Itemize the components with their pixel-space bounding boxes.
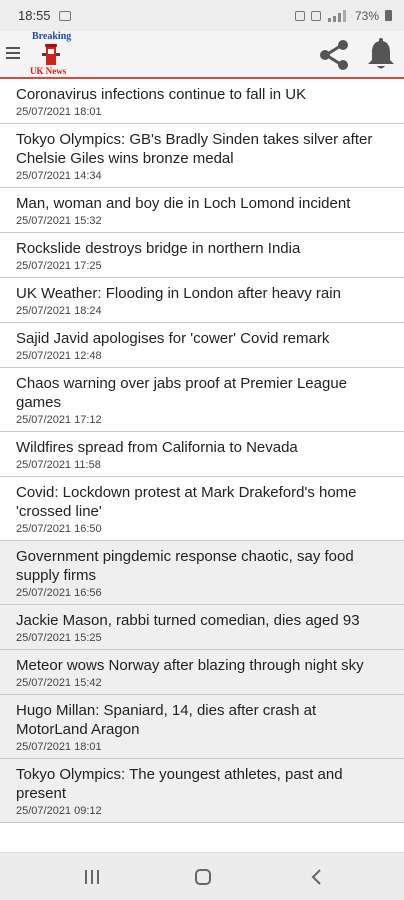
news-title: Sajid Javid apologises for 'cower' Covid…: [16, 330, 330, 347]
recent-apps-icon[interactable]: [77, 865, 107, 889]
news-item[interactable]: UK Weather: Flooding in London after hea…: [0, 278, 404, 323]
news-item[interactable]: Covid: Lockdown protest at Mark Drakefor…: [0, 477, 404, 541]
news-date: 25/07/2021 18:01: [16, 106, 102, 118]
data-saver-icon: [310, 10, 321, 21]
news-title: Jackie Mason, rabbi turned comedian, die…: [16, 612, 360, 629]
battery-icon: [385, 10, 392, 21]
news-date: 25/07/2021 14:34: [16, 170, 102, 182]
logo-text-top: Breaking: [32, 31, 72, 42]
news-title: Government pingdemic response chaotic, s…: [16, 548, 354, 584]
news-title: Tokyo Olympics: The youngest athletes, p…: [16, 766, 343, 802]
news-title: Tokyo Olympics: GB's Bradly Sinden takes…: [16, 131, 373, 167]
news-item[interactable]: Hugo Millan: Spaniard, 14, dies after cr…: [0, 695, 404, 759]
news-date: 25/07/2021 15:42: [16, 677, 102, 689]
app-logo: Breaking UK News: [28, 31, 78, 77]
home-icon[interactable]: [188, 865, 218, 889]
news-date: 25/07/2021 18:24: [16, 305, 102, 317]
news-title: Covid: Lockdown protest at Mark Drakefor…: [16, 484, 357, 520]
news-item[interactable]: Wildfires spread from California to Neva…: [0, 432, 404, 477]
news-title: Coronavirus infections continue to fall …: [16, 86, 307, 103]
news-item[interactable]: Sajid Javid apologises for 'cower' Covid…: [0, 323, 404, 368]
battery-percent: 73%: [354, 8, 379, 23]
news-item[interactable]: Man, woman and boy die in Loch Lomond in…: [0, 188, 404, 233]
signal-icon: [327, 9, 346, 22]
news-date: 25/07/2021 17:25: [16, 260, 102, 272]
news-item[interactable]: Tokyo Olympics: GB's Bradly Sinden takes…: [0, 124, 404, 188]
news-title: Rockslide destroys bridge in northern In…: [16, 240, 301, 257]
news-title: Man, woman and boy die in Loch Lomond in…: [16, 195, 351, 212]
news-item[interactable]: Chaos warning over jabs proof at Premier…: [0, 368, 404, 432]
news-date: 25/07/2021 16:50: [16, 523, 102, 535]
phone-box-icon: [42, 44, 60, 65]
app-bar: Breaking UK News: [0, 31, 404, 79]
news-date: 25/07/2021 11:58: [16, 459, 101, 471]
news-date: 25/07/2021 18:01: [16, 741, 102, 753]
news-date: 25/07/2021 16:56: [16, 587, 102, 599]
alarm-icon: [294, 10, 305, 21]
news-item[interactable]: Coronavirus infections continue to fall …: [0, 79, 404, 124]
status-bar: 18:55 73%: [0, 0, 404, 31]
news-date: 25/07/2021 15:32: [16, 215, 102, 227]
back-icon[interactable]: [302, 865, 332, 889]
status-right: 73%: [294, 8, 392, 23]
news-item[interactable]: Meteor wows Norway after blazing through…: [0, 650, 404, 695]
share-icon[interactable]: [316, 38, 352, 72]
status-left: 18:55: [18, 8, 71, 23]
news-item[interactable]: Tokyo Olympics: The youngest athletes, p…: [0, 759, 404, 823]
news-item[interactable]: Jackie Mason, rabbi turned comedian, die…: [0, 605, 404, 650]
logo-text-bottom: UK News: [30, 66, 67, 76]
news-item[interactable]: Government pingdemic response chaotic, s…: [0, 541, 404, 605]
news-title: Meteor wows Norway after blazing through…: [16, 657, 364, 674]
news-list[interactable]: Coronavirus infections continue to fall …: [0, 79, 404, 852]
bell-icon[interactable]: [366, 38, 396, 72]
news-title: Chaos warning over jabs proof at Premier…: [16, 375, 348, 411]
news-date: 25/07/2021 15:25: [16, 632, 102, 644]
news-title: Hugo Millan: Spaniard, 14, dies after cr…: [16, 702, 317, 738]
news-date: 25/07/2021 12:48: [16, 350, 102, 362]
gallery-notification-icon: [58, 10, 71, 21]
hamburger-icon[interactable]: [6, 47, 22, 61]
news-date: 25/07/2021 09:12: [16, 805, 102, 817]
system-nav-bar: [0, 852, 404, 900]
news-date: 25/07/2021 17:12: [16, 414, 102, 426]
status-time: 18:55: [18, 8, 51, 23]
news-item[interactable]: Rockslide destroys bridge in northern In…: [0, 233, 404, 278]
news-title: Wildfires spread from California to Neva…: [16, 439, 298, 456]
news-title: UK Weather: Flooding in London after hea…: [16, 285, 341, 302]
